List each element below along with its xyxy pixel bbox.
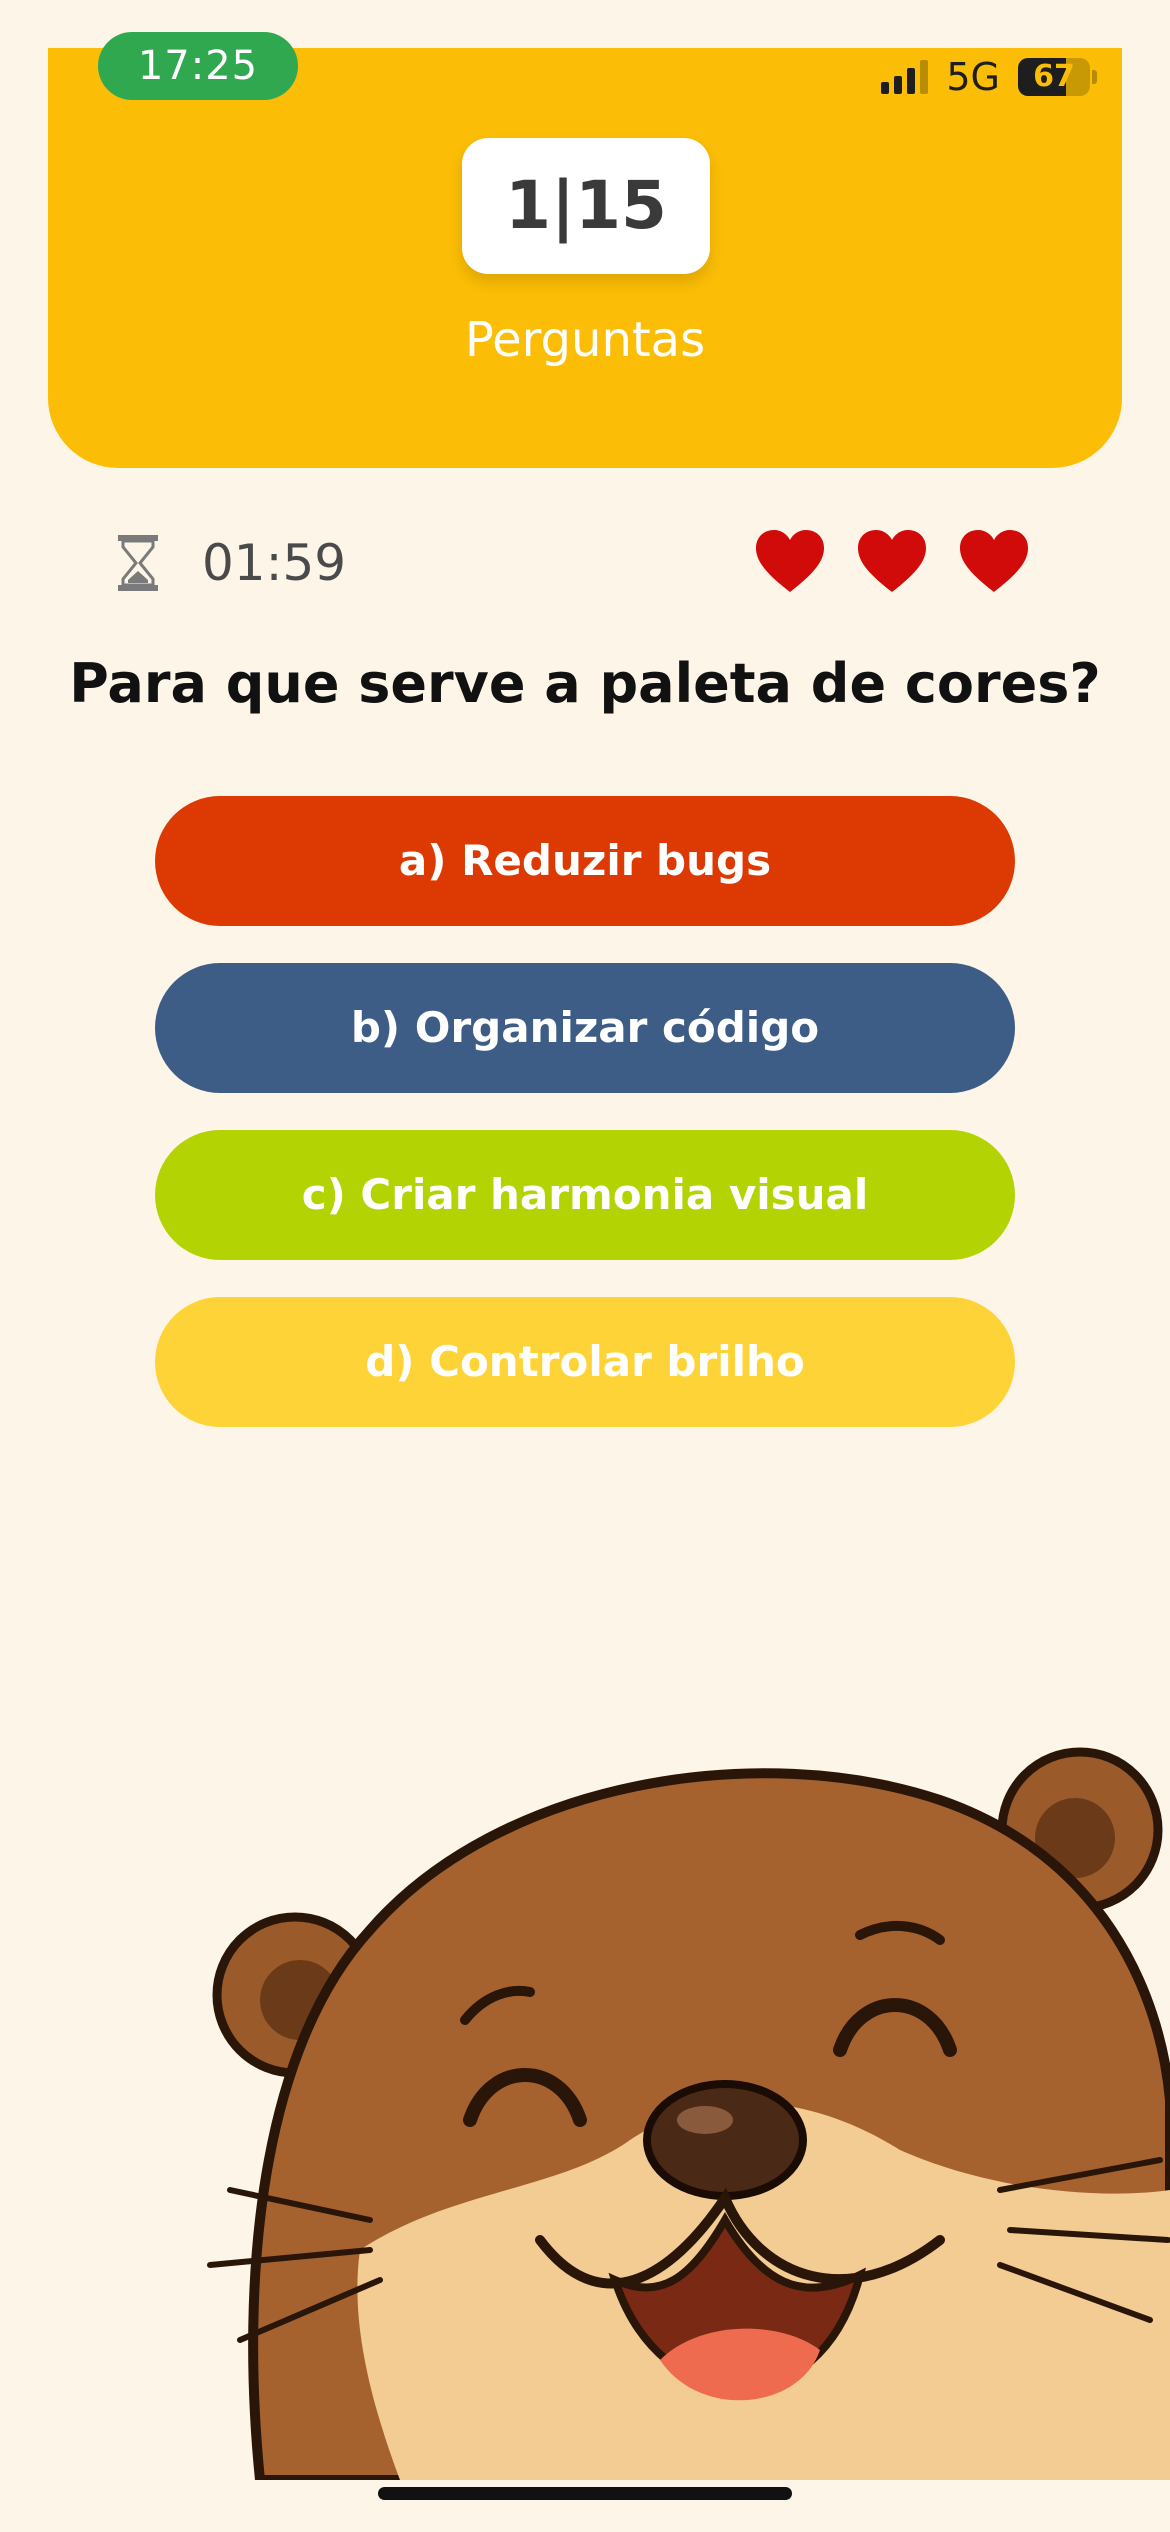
heart-icon [960,530,1028,592]
answer-b-button[interactable]: b) Organizar código [155,963,1015,1093]
answer-d-button[interactable]: d) Controlar brilho [155,1297,1015,1427]
status-indicators: 5G 67 [881,52,1097,102]
lives [754,528,1030,594]
counter-subtitle: Perguntas [464,312,706,368]
heart-icon [858,530,926,592]
home-indicator[interactable] [378,2487,792,2500]
network-label: 5G [946,55,1000,99]
timer: 01:59 [116,530,346,596]
question-counter: 1|15 [462,138,710,274]
hourglass-icon [118,535,158,591]
question-text: Para que serve a paleta de cores? [69,652,1101,715]
status-time: 17:25 [98,32,298,100]
answer-a-button[interactable]: a) Reduzir bugs [155,796,1015,926]
signal-icon [881,60,929,94]
battery-icon: 67 [1018,58,1097,96]
otter-mascot-illustration [207,1747,1170,2480]
timer-value: 01:59 [202,534,347,592]
answer-c-button[interactable]: c) Criar harmonia visual [155,1130,1015,1260]
heart-icon [756,530,824,592]
